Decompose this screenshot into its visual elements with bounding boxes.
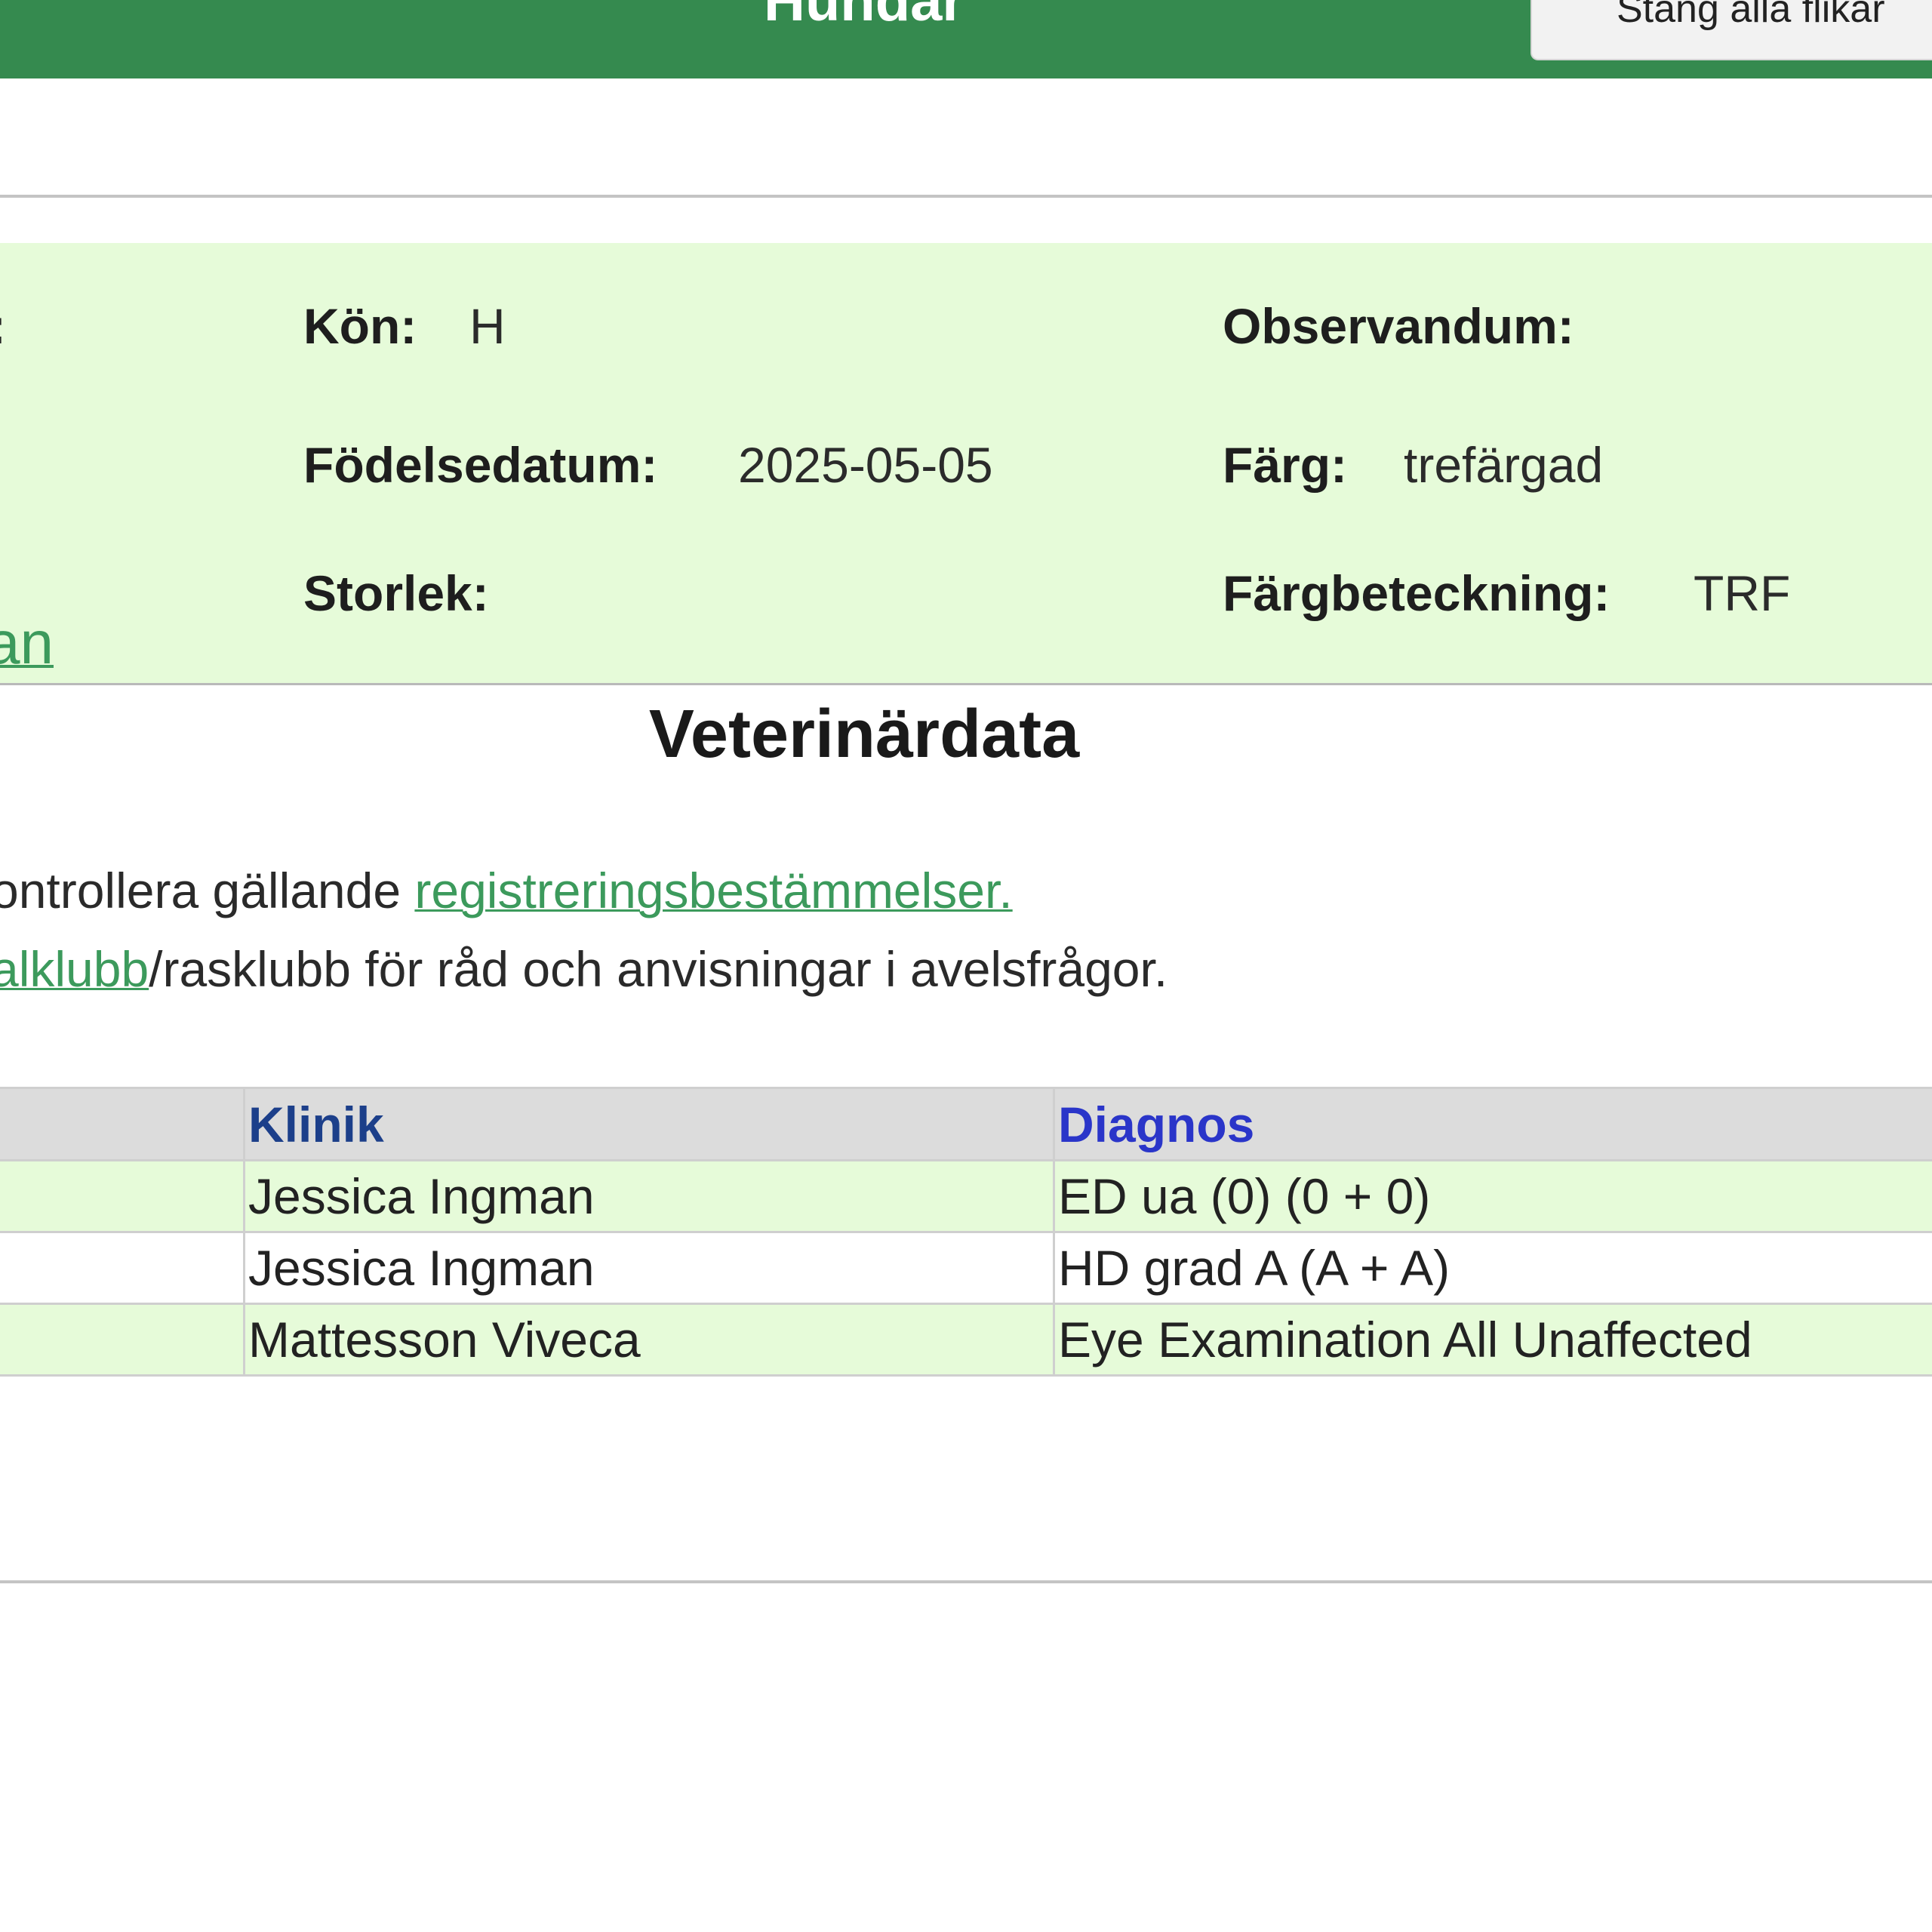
notice-text: ontrollera gällande bbox=[0, 863, 415, 918]
cell-date bbox=[0, 1231, 245, 1305]
breeding-notice: alklubb/rasklubb för råd och anvisningar… bbox=[0, 937, 1168, 1001]
column-header-diagnos[interactable]: Diagnos bbox=[1053, 1087, 1932, 1161]
table-row[interactable]: Mattesson Viveca Eye Examination All Una… bbox=[0, 1303, 1932, 1377]
color-code-value: TRF bbox=[1694, 565, 1791, 621]
color-code-label: Färgbeteckning: bbox=[1223, 565, 1611, 621]
section-title-veterinardata: Veterinärdata bbox=[648, 697, 1080, 772]
header-bar: Hundar Stäng alla flikar bbox=[0, 0, 1932, 78]
cell-klinik: Mattesson Viveca bbox=[243, 1303, 1055, 1377]
sex-value: H bbox=[469, 298, 506, 354]
cell-klinik: Jessica Ingman bbox=[243, 1159, 1055, 1233]
registration-notice: ontrollera gällande registreringsbestämm… bbox=[0, 859, 1013, 922]
divider bbox=[0, 1580, 1932, 1583]
table-row[interactable]: Jessica Ingman ED ua (0) (0 + 0) bbox=[0, 1159, 1932, 1233]
divider bbox=[0, 195, 1932, 198]
cell-diagnos: Eye Examination All Unaffected bbox=[1053, 1303, 1932, 1377]
partial-label-colon: : bbox=[0, 296, 6, 356]
observandum-label: Observandum: bbox=[1223, 298, 1574, 354]
notice-text: /rasklubb för råd och anvisningar i avel… bbox=[149, 941, 1168, 997]
table-row[interactable]: Jessica Ingman HD grad A (A + A) bbox=[0, 1231, 1932, 1305]
cell-diagnos: ED ua (0) (0 + 0) bbox=[1053, 1159, 1932, 1233]
birthdate-value: 2025-05-05 bbox=[738, 437, 993, 493]
vet-data-table: Klinik Diagnos Jessica Ingman ED ua (0) … bbox=[0, 1087, 1932, 1377]
partial-link[interactable]: an bbox=[0, 605, 54, 681]
club-link[interactable]: alklubb bbox=[0, 941, 149, 997]
table-header-row: Klinik Diagnos bbox=[0, 1087, 1932, 1161]
color-label: Färg: bbox=[1223, 437, 1347, 493]
page-title: Hundar bbox=[764, 0, 964, 33]
column-header-date[interactable] bbox=[0, 1087, 245, 1161]
cell-klinik: Jessica Ingman bbox=[243, 1231, 1055, 1305]
registration-rules-link[interactable]: registreringsbestämmelser. bbox=[414, 863, 1012, 918]
cell-diagnos: HD grad A (A + A) bbox=[1053, 1231, 1932, 1305]
cell-date bbox=[0, 1303, 245, 1377]
page: Hundar Stäng alla flikar : Kön: H Observ… bbox=[0, 0, 1932, 1932]
size-label: Storlek: bbox=[303, 565, 489, 621]
close-all-tabs-button[interactable]: Stäng alla flikar bbox=[1531, 0, 1932, 60]
color-value: trefärgad bbox=[1404, 437, 1604, 493]
cell-date bbox=[0, 1159, 245, 1233]
sex-label: Kön: bbox=[303, 298, 417, 354]
column-header-klinik[interactable]: Klinik bbox=[243, 1087, 1055, 1161]
dog-info-panel: : Kön: H Observandum: Födelsedatum: 2025… bbox=[0, 243, 1932, 685]
birthdate-label: Födelsedatum: bbox=[303, 437, 658, 493]
